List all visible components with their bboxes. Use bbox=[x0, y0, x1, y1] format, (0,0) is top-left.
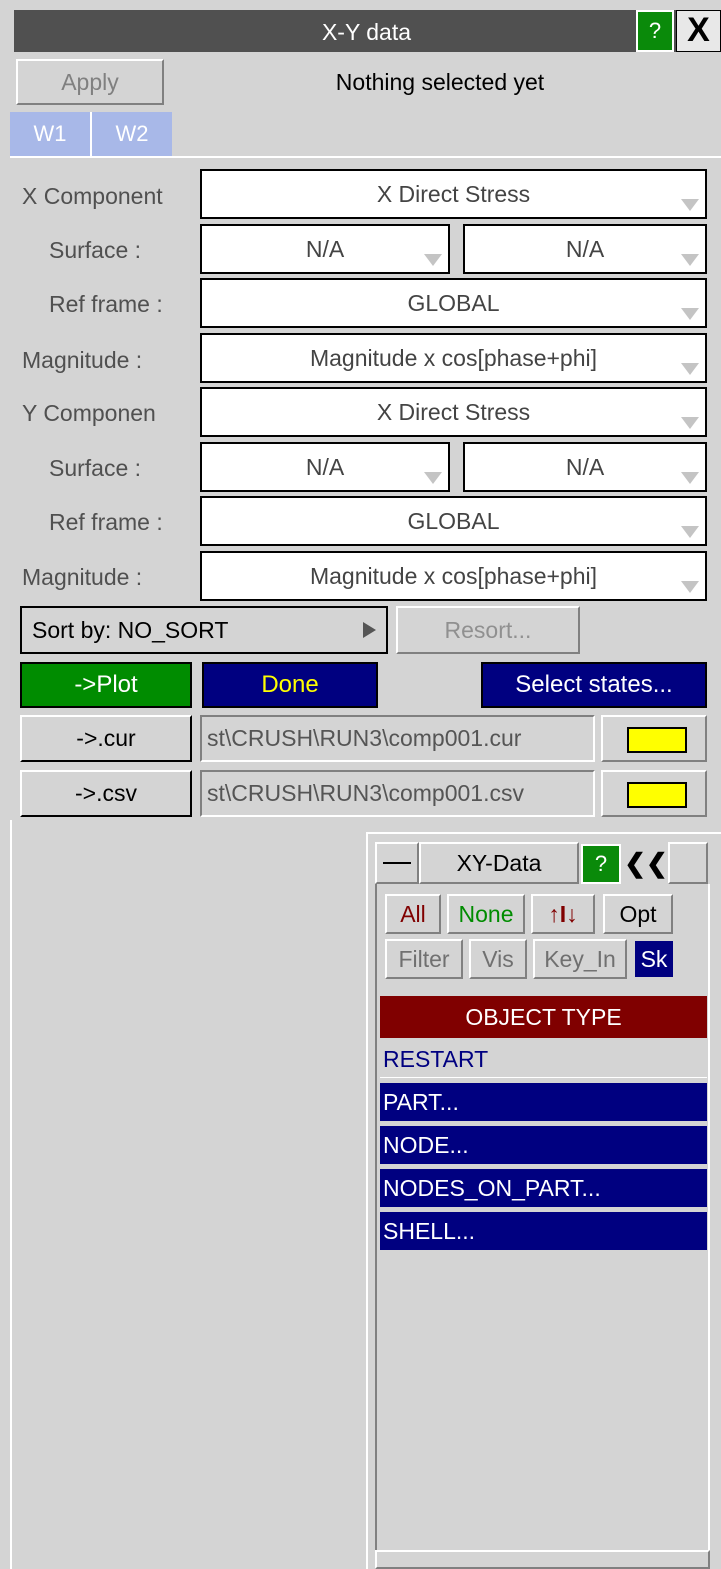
menu-arrow-icon bbox=[363, 622, 376, 638]
chevron-down-icon bbox=[681, 254, 699, 266]
xy-panel-minimize-button[interactable] bbox=[375, 842, 419, 884]
opt-button[interactable]: Opt bbox=[603, 894, 673, 934]
close-button[interactable]: X bbox=[676, 10, 721, 52]
x-surface-label: Surface : bbox=[49, 237, 142, 263]
y-ref-frame-value: GLOBAL bbox=[407, 508, 500, 534]
x-surface-value-1: N/A bbox=[305, 236, 345, 262]
folder-icon bbox=[627, 782, 687, 808]
x-magnitude-select[interactable]: Magnitude x cos[phase+phi] bbox=[200, 333, 707, 383]
object-type-header: OBJECT TYPE bbox=[380, 996, 707, 1038]
help-button[interactable]: ? bbox=[636, 10, 674, 52]
write-cur-button[interactable]: ->.cur bbox=[20, 715, 192, 762]
plot-button[interactable]: ->Plot bbox=[20, 662, 192, 708]
y-component-select[interactable]: X Direct Stress bbox=[200, 387, 707, 437]
apply-button[interactable]: Apply bbox=[16, 59, 164, 105]
write-csv-button[interactable]: ->.csv bbox=[20, 770, 192, 817]
list-item-nodes-on-part[interactable]: NODES_ON_PART... bbox=[380, 1169, 707, 1207]
list-item-shell[interactable]: SHELL... bbox=[380, 1212, 707, 1250]
cur-path-field[interactable]: st\CRUSH\RUN3\comp001.cur bbox=[200, 715, 595, 762]
horizontal-scrollbar[interactable] bbox=[375, 1550, 710, 1569]
key-in-button[interactable]: Key_In bbox=[533, 939, 627, 979]
y-surface-value-2: N/A bbox=[565, 454, 605, 480]
tab-w1[interactable]: W1 bbox=[10, 112, 92, 156]
y-ref-frame-select[interactable]: GLOBAL bbox=[200, 496, 707, 546]
tab-w2[interactable]: W2 bbox=[92, 112, 172, 156]
sort-by-menu[interactable]: Sort by: NO_SORT bbox=[20, 606, 388, 654]
x-ref-frame-value: GLOBAL bbox=[407, 290, 500, 316]
y-magnitude-label: Magnitude : bbox=[22, 564, 143, 590]
vis-button[interactable]: Vis bbox=[469, 939, 527, 979]
csv-path-value: st\CRUSH\RUN3\comp001.csv bbox=[207, 780, 524, 806]
sort-by-label: Sort by: NO_SORT bbox=[32, 617, 229, 643]
xy-panel-help-button[interactable]: ? bbox=[581, 844, 621, 884]
y-magnitude-value: Magnitude x cos[phase+phi] bbox=[309, 563, 598, 589]
cur-folder-button[interactable] bbox=[601, 715, 707, 762]
csv-folder-button[interactable] bbox=[601, 770, 707, 817]
y-surface-value-1: N/A bbox=[305, 454, 345, 480]
xy-panel-title: XY-Data bbox=[419, 842, 579, 884]
chevron-down-icon bbox=[681, 472, 699, 484]
y-magnitude-select[interactable]: Magnitude x cos[phase+phi] bbox=[200, 551, 707, 601]
xy-panel-expand-button[interactable] bbox=[668, 842, 708, 884]
x-surface-value-2: N/A bbox=[565, 236, 605, 262]
x-component-value: X Direct Stress bbox=[376, 181, 531, 207]
x-surface-select-2[interactable]: N/A bbox=[463, 224, 707, 274]
select-none-button[interactable]: None bbox=[447, 894, 525, 934]
list-item-node[interactable]: NODE... bbox=[380, 1126, 707, 1164]
list-item-restart[interactable]: RESTART bbox=[380, 1040, 707, 1078]
collapse-icon[interactable]: ❮❮ bbox=[624, 842, 668, 884]
minimize-icon bbox=[383, 862, 411, 864]
sketch-button[interactable]: Sk bbox=[635, 941, 673, 977]
y-surface-select-2[interactable]: N/A bbox=[463, 442, 707, 492]
x-ref-frame-select[interactable]: GLOBAL bbox=[200, 278, 707, 328]
chevron-down-icon bbox=[681, 308, 699, 320]
separator bbox=[10, 156, 721, 158]
title-bar: X-Y data bbox=[14, 10, 721, 52]
y-component-value: X Direct Stress bbox=[376, 399, 531, 425]
chevron-down-icon bbox=[681, 526, 699, 538]
cur-path-value: st\CRUSH\RUN3\comp001.cur bbox=[207, 725, 522, 751]
chevron-down-icon bbox=[681, 199, 699, 211]
chevron-down-icon bbox=[681, 363, 699, 375]
done-button[interactable]: Done bbox=[202, 662, 378, 708]
window-title: X-Y data bbox=[321, 19, 412, 45]
filter-button[interactable]: Filter bbox=[385, 939, 463, 979]
left-panel-bottom bbox=[10, 820, 12, 1569]
status-text: Nothing selected yet bbox=[335, 69, 545, 95]
x-ref-frame-label: Ref frame : bbox=[49, 291, 163, 317]
y-surface-label: Surface : bbox=[49, 455, 142, 481]
x-magnitude-label: Magnitude : bbox=[22, 347, 143, 373]
y-ref-frame-label: Ref frame : bbox=[49, 509, 163, 535]
folder-icon bbox=[627, 727, 687, 753]
chevron-down-icon bbox=[424, 254, 442, 266]
x-magnitude-value: Magnitude x cos[phase+phi] bbox=[309, 345, 598, 371]
select-states-button[interactable]: Select states... bbox=[481, 662, 707, 708]
chevron-down-icon bbox=[681, 581, 699, 593]
select-all-button[interactable]: All bbox=[385, 894, 441, 934]
x-component-select[interactable]: X Direct Stress bbox=[200, 169, 707, 219]
sort-up-down-button[interactable]: ↑I↓ bbox=[531, 894, 595, 934]
list-item-part[interactable]: PART... bbox=[380, 1083, 707, 1121]
x-component-label: X Component bbox=[22, 183, 163, 209]
y-component-label: Y Componen bbox=[22, 400, 156, 426]
chevron-down-icon bbox=[681, 417, 699, 429]
resort-button[interactable]: Resort... bbox=[396, 606, 580, 654]
csv-path-field[interactable]: st\CRUSH\RUN3\comp001.csv bbox=[200, 770, 595, 817]
x-surface-select-1[interactable]: N/A bbox=[200, 224, 450, 274]
chevron-down-icon bbox=[424, 472, 442, 484]
y-surface-select-1[interactable]: N/A bbox=[200, 442, 450, 492]
